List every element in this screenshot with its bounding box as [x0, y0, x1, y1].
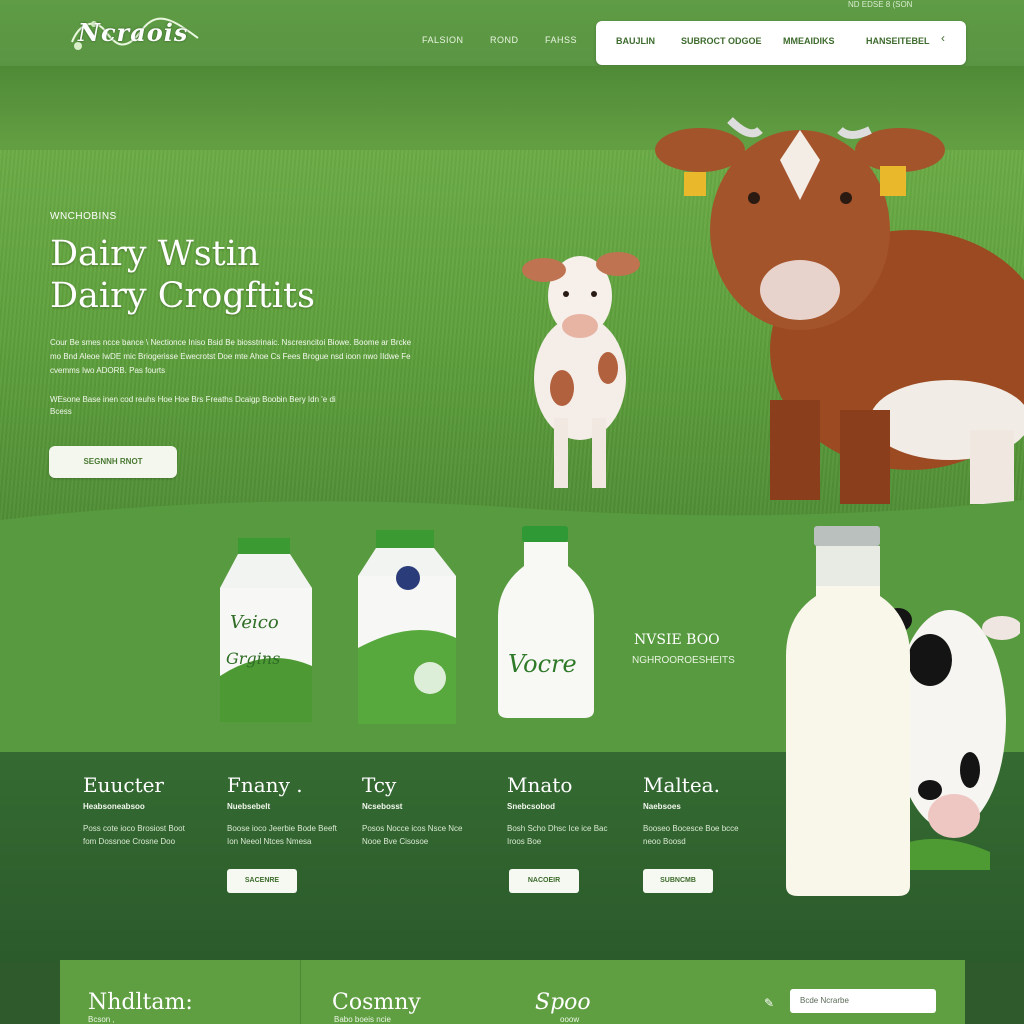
card-4-subtitle: Snebcsobod — [507, 802, 556, 811]
nav-panel-link-4[interactable]: HANSEITEBEL — [866, 36, 930, 46]
footer-divider — [300, 960, 301, 1024]
footer-col-2-sub: Babo boeis ncie — [334, 1015, 391, 1024]
card-5-body: Booseo Bocesce Boe bcce neoo Boosd — [643, 824, 739, 846]
leaf-icon: ✎ — [764, 996, 775, 1010]
card-4-body: Bosh Scho Dhsc Ice ice Bac Iroos Boe — [507, 824, 608, 846]
card-5-button[interactable]: SUBNCMB — [643, 869, 713, 893]
hero-description: Cour Be smes ncce bance \ Nectionce Inis… — [50, 338, 412, 375]
hero-cta-button[interactable]: SEGNNH RNOT — [49, 446, 177, 478]
milk-bottle-large[interactable] — [784, 526, 912, 900]
card-3-subtitle: Ncsebosst — [362, 802, 403, 811]
card-4-title: Mnato — [507, 773, 573, 797]
card-2-body: Boose ioco Jeerbie Bode Beeft Ion Neeol … — [227, 824, 337, 846]
nav-link-1[interactable]: FALSION — [422, 35, 464, 45]
milk-carton-2[interactable] — [354, 528, 460, 728]
card-1-subtitle: Heabsoneabsoo — [83, 802, 145, 811]
hero-title-line-2: Dairy Crogftits — [50, 276, 315, 316]
bottle-label: Vocre — [508, 650, 577, 678]
card-2-button[interactable]: SACENRE — [227, 869, 297, 893]
card-4-button[interactable]: NACOEIR — [509, 869, 579, 893]
product-feature-title: NVSIE BOO — [634, 632, 720, 648]
card-2-title: Fnany . — [227, 773, 303, 797]
footer-col-1-title: Nhdltam: — [88, 990, 193, 1015]
hero-title: Dairy Wstin Dairy Crogftits — [50, 233, 380, 317]
milk-bottle-small[interactable]: Vocre — [496, 526, 596, 720]
card-5-subtitle: Naebsoes — [643, 802, 681, 811]
card-2-subtitle: Nuebsebelt — [227, 802, 271, 811]
hero-title-line-1: Dairy Wstin — [50, 234, 260, 274]
hero-eyebrow: WNCHOBINS — [50, 211, 117, 222]
card-1-title: Euucter — [83, 773, 164, 797]
cow-image — [655, 117, 1024, 504]
footer-col-2-title: Cosmny — [332, 990, 421, 1015]
card-3-title: Tcy — [362, 773, 397, 797]
card-5-title: Maltea. — [643, 773, 720, 797]
card-3-body: Posos Nocce icos Nsce Nce Nooe Bve Cisos… — [362, 824, 463, 846]
footer-col-3-sub: ooow — [560, 1015, 580, 1024]
footer-col-3-title: Spoo — [535, 990, 591, 1015]
newsletter-input-placeholder: Bcde Ncrarbe — [800, 996, 849, 1005]
top-mini-text: ND EDSE 8 (SON — [848, 0, 913, 9]
card-1-body: Poss cote ioco Brosiost Boot fom Dossnoe… — [83, 824, 185, 846]
nav-link-2[interactable]: ROND — [490, 35, 519, 45]
hero-description-2: WEsone Base inen cod reuhs Hoe Hoe Brs F… — [50, 395, 336, 416]
nav-panel-link-3[interactable]: MMEAIDIKS — [783, 36, 835, 46]
logo-text[interactable]: Ncraois — [78, 18, 188, 47]
nav-panel-link-1[interactable]: BAUJLIN — [616, 36, 655, 46]
product-feature-sub: NGHROOROESHEITS — [632, 655, 735, 666]
svg-text:Veico: Veico — [230, 612, 279, 633]
milk-carton-1[interactable]: Veico Grgins — [216, 536, 316, 726]
nav-link-3[interactable]: FAHSS — [545, 35, 577, 45]
footer-col-1-sub: Bcson , — [88, 1015, 115, 1024]
calf-image — [522, 252, 640, 488]
carton-1-label: Grgins — [226, 649, 280, 668]
nav-panel-link-2[interactable]: SUBROCT ODGOE — [681, 36, 762, 46]
chevron-icon[interactable]: ‹ — [936, 31, 950, 47]
